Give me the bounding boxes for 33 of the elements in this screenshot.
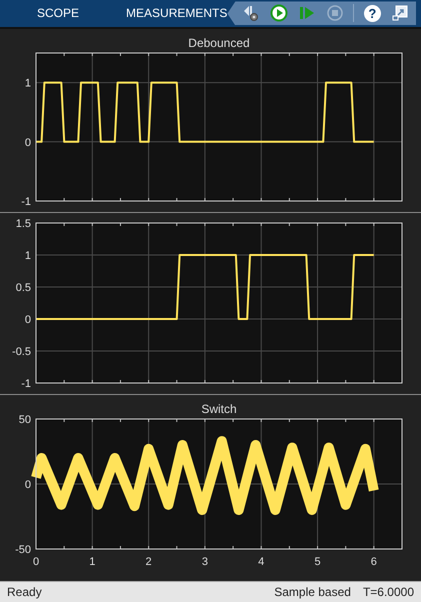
y-tick-label: -0.5 bbox=[12, 346, 31, 358]
run-icon bbox=[270, 4, 288, 22]
y-tick-label: -50 bbox=[15, 544, 31, 556]
status-mode: Sample based bbox=[274, 584, 351, 601]
x-tick-label: 2 bbox=[146, 556, 152, 568]
run-button[interactable] bbox=[269, 3, 290, 24]
x-tick-label: 6 bbox=[370, 556, 377, 568]
y-tick-label: 1 bbox=[24, 250, 31, 262]
help-button[interactable]: ? bbox=[362, 3, 382, 24]
x-tick-label: 0 bbox=[32, 556, 40, 568]
chart-title: Switch bbox=[201, 402, 237, 416]
y-tick-label: 1.5 bbox=[16, 218, 31, 230]
status-text: Ready bbox=[7, 584, 42, 601]
x-tick-label: 1 bbox=[89, 556, 96, 568]
x-tick-label: 5 bbox=[314, 556, 321, 568]
y-tick-label: 0 bbox=[24, 478, 31, 491]
y-tick-label: 0.5 bbox=[16, 282, 31, 294]
y-tick-label: 0 bbox=[24, 314, 31, 326]
toolstrip-tab[interactable]: SCOPE bbox=[37, 7, 80, 20]
chart-title: Debounced bbox=[188, 36, 250, 50]
y-tick-label: -1 bbox=[21, 196, 31, 208]
stop-icon bbox=[326, 4, 344, 22]
y-tick-label: 1 bbox=[24, 77, 31, 90]
x-tick-label: 4 bbox=[258, 556, 264, 568]
settings-icon bbox=[242, 4, 260, 22]
status-time: T=6.0000 bbox=[362, 584, 414, 601]
undock-button[interactable] bbox=[390, 3, 410, 24]
y-tick-label: -1 bbox=[21, 378, 31, 390]
y-tick-label: 50 bbox=[18, 414, 31, 426]
undock-icon bbox=[391, 4, 410, 22]
x-tick-label: 3 bbox=[202, 556, 208, 568]
toolstrip-tab[interactable]: MEASUREMENTS bbox=[126, 7, 228, 20]
y-tick-label: 0 bbox=[24, 136, 31, 149]
